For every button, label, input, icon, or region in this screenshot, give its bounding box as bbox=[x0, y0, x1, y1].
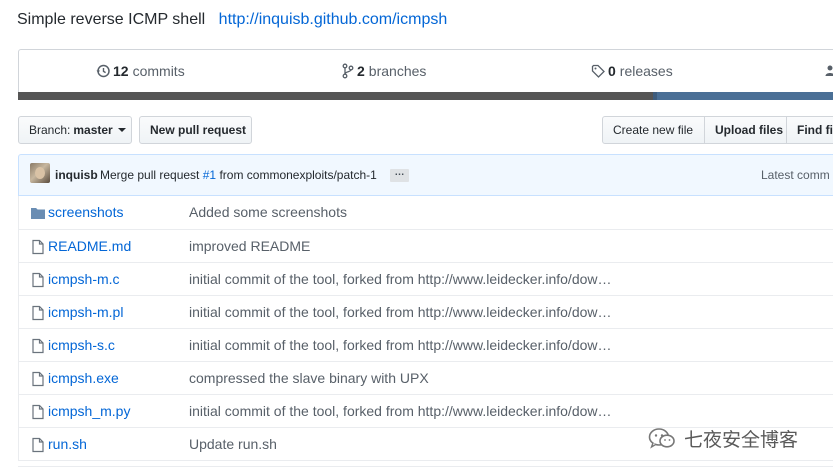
latest-commit-bar: inquisb Merge pull request #1 from commo… bbox=[18, 154, 833, 196]
file-name-link[interactable]: icmpsh-m.c bbox=[48, 271, 120, 287]
file-icon bbox=[30, 437, 46, 453]
file-commit-message-link[interactable]: initial commit of the tool, forked from … bbox=[189, 337, 612, 353]
watermark: 七夜安全博客 bbox=[648, 425, 798, 452]
file-name-link[interactable]: icmpsh-s.c bbox=[48, 337, 115, 353]
file-commit-message-link[interactable]: Added some screenshots bbox=[189, 204, 347, 220]
file-name-link[interactable]: icmpsh-m.pl bbox=[48, 304, 123, 320]
chevron-down-icon bbox=[117, 128, 126, 132]
file-commit-message-link[interactable]: initial commit of the tool, forked from … bbox=[189, 304, 612, 320]
repo-homepage-link[interactable]: http://inquisb.github.com/icmpsh bbox=[219, 11, 448, 28]
file-name-link[interactable]: run.sh bbox=[48, 436, 87, 452]
commits-label: commits bbox=[132, 63, 185, 79]
branches-count: 2 bbox=[357, 63, 365, 79]
tag-icon bbox=[591, 64, 605, 78]
file-row: icmpsh-s.c initial commit of the tool, fo… bbox=[19, 328, 833, 361]
branches-label: branches bbox=[368, 63, 427, 79]
file-commit-message-link[interactable]: compressed the slave binary with UPX bbox=[189, 370, 429, 386]
file-row: icmpsh-m.c initial commit of the tool, fo… bbox=[19, 262, 833, 295]
branches-link[interactable]: 2 branches bbox=[342, 63, 426, 79]
releases-count: 0 bbox=[608, 63, 616, 79]
avatar[interactable] bbox=[30, 163, 50, 183]
wechat-icon bbox=[648, 427, 676, 451]
file-commit-message-link[interactable]: improved README bbox=[189, 238, 310, 254]
repo-description: Simple reverse ICMP shell http://inquisb… bbox=[17, 11, 447, 29]
file-commit-message-link[interactable]: initial commit of the tool, forked from … bbox=[189, 403, 612, 419]
file-icon bbox=[30, 305, 46, 321]
commit-author-link[interactable]: inquisb bbox=[55, 168, 98, 182]
file-icon bbox=[30, 371, 46, 387]
file-name-link[interactable]: icmpsh_m.py bbox=[48, 403, 130, 419]
file-icon bbox=[30, 272, 46, 288]
upload-files-button[interactable]: Upload files bbox=[704, 116, 787, 144]
folder-icon bbox=[30, 205, 46, 221]
history-icon bbox=[96, 64, 110, 78]
expand-commit-ellipsis-button[interactable]: … bbox=[390, 168, 409, 182]
commit-message-suffix: from commonexploits/patch-1 bbox=[219, 168, 377, 182]
repo-numbers-summary: 12 commits 2 branches 0 releases bbox=[18, 49, 833, 93]
language-bar-python bbox=[657, 92, 833, 100]
create-new-file-button[interactable]: Create new file bbox=[602, 116, 705, 144]
branch-select-button[interactable]: Branch: master bbox=[18, 116, 132, 144]
file-actions-group: Create new file Upload files Find fi bbox=[602, 116, 833, 144]
watermark-text: 七夜安全博客 bbox=[684, 430, 799, 451]
latest-commit-label[interactable]: Latest comm bbox=[761, 168, 830, 182]
releases-link[interactable]: 0 releases bbox=[591, 63, 673, 79]
file-icon bbox=[30, 404, 46, 420]
commit-message-prefix: Merge pull request bbox=[100, 168, 200, 182]
branch-name: master bbox=[73, 123, 113, 137]
file-commit-message-link[interactable]: Update run.sh bbox=[189, 436, 277, 452]
file-icon bbox=[30, 239, 46, 255]
branch-icon bbox=[342, 63, 354, 79]
commit-message[interactable]: Merge pull request #1 from commonexploit… bbox=[100, 168, 377, 182]
repo-description-text: Simple reverse ICMP shell bbox=[17, 11, 206, 28]
file-row: README.md improved README bbox=[19, 229, 833, 262]
file-icon bbox=[30, 338, 46, 354]
commits-count: 12 bbox=[113, 63, 129, 79]
commits-link[interactable]: 12 commits bbox=[96, 63, 185, 79]
file-name-link[interactable]: icmpsh.exe bbox=[48, 370, 119, 386]
language-bar[interactable] bbox=[18, 92, 833, 100]
file-row: icmpsh_m.py initial commit of the tool, f… bbox=[19, 394, 833, 427]
branch-prefix-label: Branch: bbox=[29, 123, 71, 137]
file-row: icmpsh-m.pl initial commit of the tool, f… bbox=[19, 295, 833, 328]
file-name-link[interactable]: README.md bbox=[48, 238, 131, 254]
file-row: screenshots Added some screenshots bbox=[19, 196, 833, 229]
file-list: screenshots Added some screenshots README.… bbox=[18, 196, 833, 461]
commit-issue-link[interactable]: #1 bbox=[203, 168, 216, 182]
file-name-link[interactable]: screenshots bbox=[48, 204, 123, 220]
file-row: icmpsh.exe compressed the slave binary wi… bbox=[19, 361, 833, 394]
new-pull-request-button[interactable]: New pull request bbox=[139, 116, 252, 144]
file-commit-message-link[interactable]: initial commit of the tool, forked from … bbox=[189, 271, 612, 287]
contributors-link[interactable] bbox=[825, 63, 833, 79]
people-icon bbox=[825, 65, 833, 76]
find-file-button[interactable]: Find fi bbox=[786, 116, 833, 144]
language-bar-c bbox=[18, 92, 653, 100]
releases-label: releases bbox=[619, 63, 673, 79]
file-list-bottom-edge bbox=[18, 466, 833, 473]
